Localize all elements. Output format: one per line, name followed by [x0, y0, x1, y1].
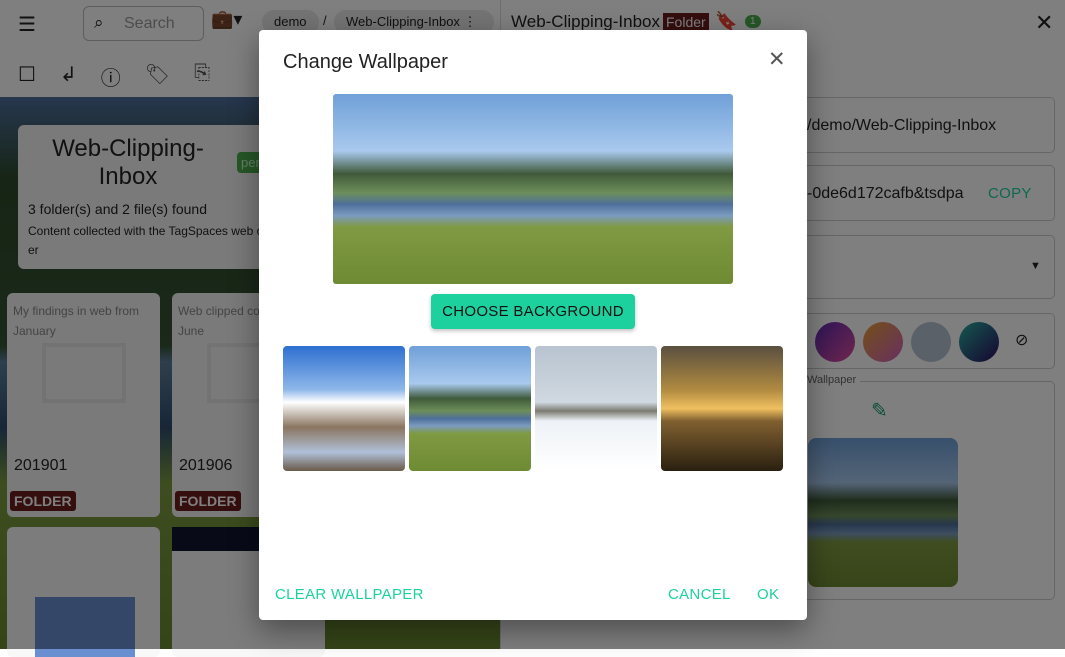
wallpaper-thumbnail-mountains[interactable] — [283, 346, 405, 471]
change-wallpaper-dialog: Change Wallpaper ✕ CHOOSE BACKGROUND CLE… — [259, 30, 807, 620]
close-icon[interactable]: ✕ — [768, 47, 786, 72]
wallpaper-thumbnail-sunset[interactable] — [661, 346, 783, 471]
wallpaper-preview-large — [333, 94, 733, 284]
wallpaper-thumbnail-snow[interactable] — [535, 346, 657, 471]
choose-background-button[interactable]: CHOOSE BACKGROUND — [431, 294, 635, 329]
dialog-title: Change Wallpaper — [283, 51, 448, 73]
clear-wallpaper-button[interactable]: CLEAR WALLPAPER — [275, 586, 424, 603]
ok-button[interactable]: OK — [757, 586, 779, 603]
wallpaper-thumbnail-lake[interactable] — [409, 346, 531, 471]
cancel-button[interactable]: CANCEL — [668, 586, 731, 603]
